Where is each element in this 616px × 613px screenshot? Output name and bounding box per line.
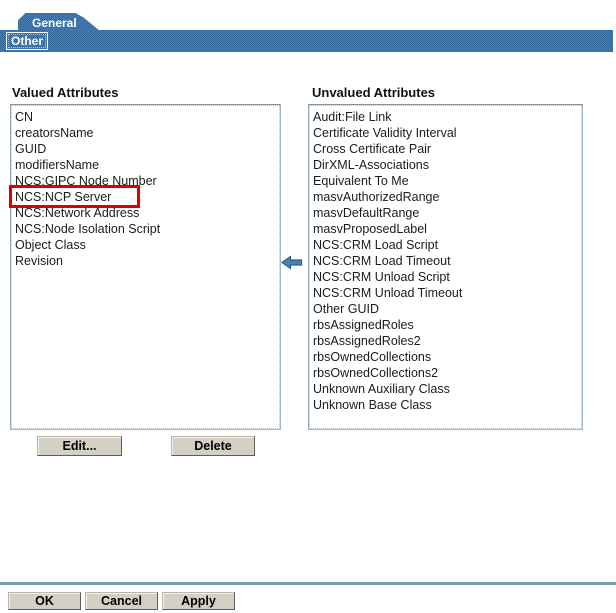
ok-button[interactable]: OK [8,592,81,610]
valued-attributes-title: Valued Attributes [12,85,118,100]
list-item[interactable]: Certificate Validity Interval [309,125,582,141]
highlight-annotation-box [9,185,140,208]
list-item[interactable]: Unknown Base Class [309,397,582,413]
list-item[interactable]: rbsOwnedCollections [309,349,582,365]
move-left-arrow-icon[interactable] [281,255,303,270]
list-item[interactable]: NCS:Node Isolation Script [11,221,280,237]
apply-button[interactable]: Apply [162,592,235,610]
list-item[interactable]: rbsAssignedRoles [309,317,582,333]
delete-button[interactable]: Delete [171,436,255,456]
list-item[interactable]: NCS:CRM Unload Script [309,269,582,285]
list-item[interactable]: Unknown Auxiliary Class [309,381,582,397]
valued-attributes-list[interactable]: CNcreatorsNameGUIDmodifiersNameNCS:GIPC … [10,104,281,430]
tab-general-label: General [32,16,77,30]
unvalued-attributes-list[interactable]: Audit:File LinkCertificate Validity Inte… [308,104,583,430]
list-item[interactable]: NCS:CRM Load Script [309,237,582,253]
list-item[interactable]: masvDefaultRange [309,205,582,221]
list-item[interactable]: Other GUID [309,301,582,317]
tab-other-label: Other [11,34,43,48]
attribute-editor-dialog: General Other Valued Attributes Unvalued… [0,0,616,613]
list-item[interactable]: Audit:File Link [309,109,582,125]
divider-line [0,582,616,585]
list-item[interactable]: DirXML-Associations [309,157,582,173]
list-item[interactable]: masvAuthorizedRange [309,189,582,205]
list-item[interactable]: masvProposedLabel [309,221,582,237]
cancel-button[interactable]: Cancel [85,592,158,610]
list-item[interactable]: creatorsName [11,125,280,141]
list-item[interactable]: Equivalent To Me [309,173,582,189]
edit-button[interactable]: Edit... [37,436,122,456]
list-item[interactable]: NCS:CRM Load Timeout [309,253,582,269]
list-item[interactable]: modifiersName [11,157,280,173]
list-item[interactable]: NCS:CRM Unload Timeout [309,285,582,301]
list-item[interactable]: rbsAssignedRoles2 [309,333,582,349]
list-item[interactable]: Revision [11,253,280,269]
list-item[interactable]: rbsOwnedCollections2 [309,365,582,381]
tab-other[interactable]: Other [6,32,48,50]
tab-bar: Other [0,30,613,52]
list-item[interactable]: GUID [11,141,280,157]
unvalued-attributes-title: Unvalued Attributes [312,85,435,100]
list-item[interactable]: Object Class [11,237,280,253]
list-item[interactable]: Cross Certificate Pair [309,141,582,157]
list-item[interactable]: CN [11,109,280,125]
tab-general[interactable]: General [18,13,100,31]
